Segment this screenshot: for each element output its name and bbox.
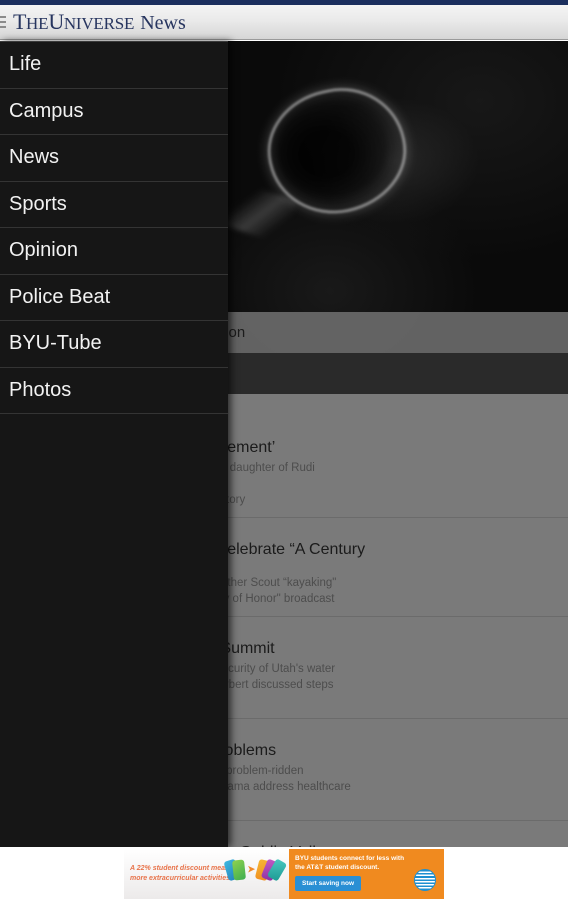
sidebar-item-photos[interactable]: Photos	[0, 368, 228, 414]
banner-ad[interactable]: A 22% student discount means more extrac…	[124, 848, 444, 899]
sidebar-item-label: Campus	[9, 99, 84, 122]
sidebar-item-label: Opinion	[9, 239, 78, 262]
navigation-drawer: Life Campus News Sports Opinion Police B…	[0, 41, 228, 847]
sidebar-item-campus[interactable]: Campus	[0, 89, 228, 135]
ad-phones-graphic: ➤	[223, 857, 288, 882]
hamburger-icon[interactable]	[0, 16, 6, 28]
sidebar-item-label: News	[9, 146, 60, 169]
brand-universe-u: U	[48, 9, 64, 34]
brand-universe-rest: NIVERSE	[63, 14, 135, 33]
ad-left-text: A 22% student discount means more extrac…	[130, 865, 234, 882]
brand-the-rest: HE	[26, 14, 49, 33]
arrow-right-icon: ➤	[247, 864, 255, 874]
app-brand-logo: T HE U NIVERSE News	[13, 9, 186, 34]
sidebar-item-label: Sports	[9, 192, 67, 215]
phone-icon-green	[232, 858, 247, 881]
sidebar-item-label: Life	[9, 53, 42, 76]
att-globe-icon	[414, 868, 436, 891]
brand-the-t: T	[13, 9, 27, 34]
sidebar-item-opinion[interactable]: Opinion	[0, 228, 228, 275]
sidebar-item-life[interactable]: Life	[0, 42, 228, 89]
sidebar-item-label: BYU-Tube	[9, 332, 102, 355]
brand-news: News	[140, 12, 186, 34]
sidebar-item-label: Photos	[9, 378, 72, 401]
sidebar-item-label: Police Beat	[9, 285, 111, 308]
ad-left-panel[interactable]: A 22% student discount means more extrac…	[124, 848, 289, 899]
ad-cta-button[interactable]: Start saving now	[295, 875, 362, 891]
ad-right-text: BYU students connect for less with the A…	[295, 854, 405, 871]
sidebar-item-byu-tube[interactable]: BYU-Tube	[0, 321, 228, 368]
sidebar-item-sports[interactable]: Sports	[0, 182, 228, 228]
sidebar-item-news[interactable]: News	[0, 135, 228, 182]
sidebar-item-police-beat[interactable]: Police Beat	[0, 275, 228, 321]
ad-right-panel[interactable]: BYU students connect for less with the A…	[289, 848, 444, 899]
hero-ring-inner-shape	[276, 101, 388, 197]
ad-container: A 22% student discount means more extrac…	[0, 847, 568, 900]
action-bar: T HE U NIVERSE News	[0, 5, 568, 40]
